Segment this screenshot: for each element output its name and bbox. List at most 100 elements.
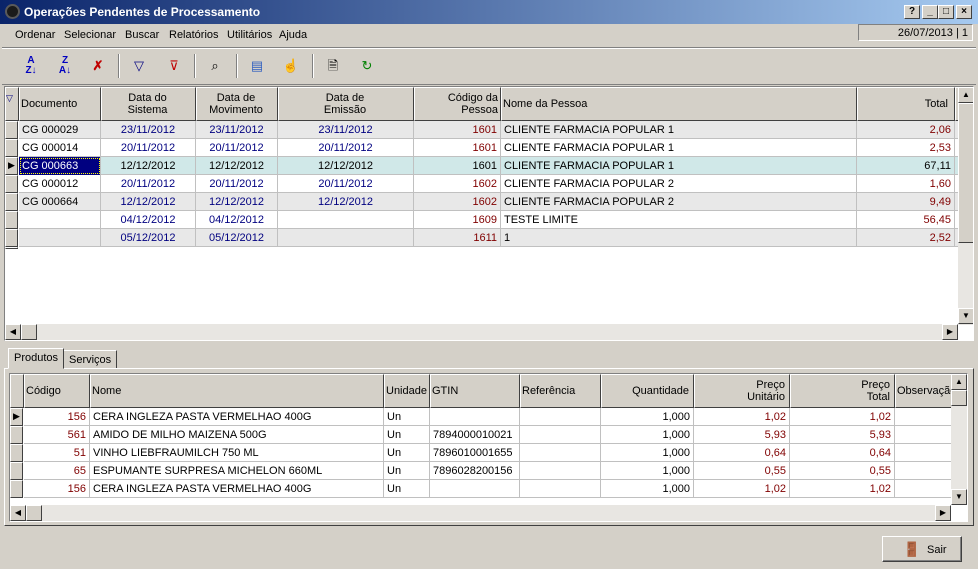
binoculars-icon[interactable]: ⌕ [204,56,226,76]
col-unidade[interactable]: Unidade [384,374,430,408]
table-cell: 7896010001655 [430,444,520,462]
col-codigo[interactable]: Código [24,374,90,408]
filter-icon[interactable]: ▽ [128,56,150,76]
clear-filter-icon[interactable]: ⊽ [163,56,185,76]
table-row[interactable]: 51 VINHO LIEBFRAUMILCH 750 ML Un 7896010001… [24,444,952,462]
hand-select-icon[interactable]: ☝ [280,56,302,76]
current-row-arrow-icon: ▶ [8,160,15,170]
row-indicator[interactable] [10,462,23,480]
title-bar: Operações Pendentes de Processamento ? _… [0,0,978,24]
col-data-emissao[interactable]: Data de Emissão [278,87,414,121]
table-row[interactable]: 04/12/2012 04/12/2012 1609 TESTE LIMITE 56,4… [19,211,958,229]
row-indicator[interactable] [5,211,18,229]
table-cell: 2,53 [857,139,955,157]
menu-ajuda[interactable]: Ajuda [279,29,307,41]
col-data-movimento[interactable]: Data de Movimento [196,87,278,121]
table-cell: 04/12/2012 [101,211,196,229]
row-indicator[interactable] [5,229,18,247]
col-documento[interactable]: Documento [19,87,101,121]
row-indicator[interactable] [10,426,23,444]
table-row[interactable]: CG 000012 20/11/2012 20/11/2012 20/11/2012 1… [19,175,958,193]
scroll-down-icon[interactable]: ▼ [958,308,973,324]
prod-indicator-header [10,374,24,408]
menu-relatorios[interactable]: Relatórios [169,29,219,41]
col-preco-unitario[interactable]: Preço Unitário [694,374,790,408]
clear-sort-icon[interactable]: ✗ [87,56,109,76]
prod-hscroll-thumb[interactable] [26,505,42,521]
col-nome[interactable]: Nome [90,374,384,408]
row-indicator[interactable] [5,139,18,157]
scroll-down-icon[interactable]: ▼ [951,489,967,505]
col-codigo-pessoa[interactable]: Código da Pessoa [414,87,501,121]
row-indicator[interactable] [10,444,23,462]
ops-hscroll[interactable]: ◀ ▶ [5,324,958,340]
col-observacao[interactable]: Observação [895,374,952,408]
col-documento-label: Documento [21,98,78,110]
table-row[interactable]: 65 ESPUMANTE SURPRESA MICHELON 660ML Un 789… [24,462,952,480]
preview-icon[interactable]: 🗎 [322,56,344,76]
table-cell: Un [384,408,430,426]
row-indicator[interactable] [5,193,18,211]
table-cell: 20/11/2012 [278,175,414,193]
ops-vscroll[interactable]: ▲ ▼ [958,87,973,325]
scroll-right-icon[interactable]: ▶ [935,505,951,521]
col-quantidade[interactable]: Quantidade [601,374,694,408]
exit-button[interactable]: 🚪 Sair [882,536,962,562]
prod-vscroll-thumb[interactable] [951,390,967,406]
scroll-up-icon[interactable]: ▲ [951,374,967,390]
row-indicator[interactable]: ▶ [5,157,18,175]
row-indicator[interactable] [10,480,23,498]
tab-servicos[interactable]: Serviços [63,350,118,369]
table-cell: CG 000663 [19,157,101,175]
table-row[interactable]: 05/12/2012 05/12/2012 1611 1 2,52 [19,229,958,247]
menu-utilitarios[interactable]: Utilitários [227,29,272,41]
col-unidade-label: Unidade [386,385,427,397]
menu-selecionar[interactable]: Selecionar [64,29,116,41]
prod-hscroll[interactable]: ◀ ▶ [10,505,951,521]
maximize-button[interactable]: □ [938,5,954,19]
menu-bar: Ordenar Selecionar Buscar Relatórios Uti… [0,24,978,46]
col-codigo-pessoa-label: Código da Pessoa [447,92,498,116]
table-row[interactable]: CG 000014 20/11/2012 20/11/2012 20/11/2012 1… [19,139,958,157]
col-nome-pessoa[interactable]: Nome da Pessoa [501,87,857,121]
row-indicator[interactable]: ▶ [10,408,23,426]
table-row[interactable]: CG 000029 23/11/2012 23/11/2012 23/11/2012 1… [19,121,958,139]
table-cell: CG 000029 [19,121,101,139]
minimize-button[interactable]: _ [922,5,938,19]
sort-descending-icon[interactable]: Z A↓ [54,56,76,76]
table-cell: Un [384,480,430,498]
table-cell: CG 000012 [19,175,101,193]
menu-buscar[interactable]: Buscar [125,29,159,41]
columns-icon[interactable]: ▤ [246,56,268,76]
table-cell: 1 [501,229,857,247]
tab-produtos[interactable]: Produtos [8,348,65,369]
table-row[interactable]: 156 CERA INGLEZA PASTA VERMELHAO 400G Un 1,… [24,408,952,426]
sort-ascending-icon[interactable]: A Z↓ [20,56,42,76]
col-gtin[interactable]: GTIN [430,374,520,408]
row-indicator[interactable] [5,175,18,193]
prod-vscroll[interactable]: ▲ ▼ [951,374,967,505]
menu-ordenar[interactable]: Ordenar [15,29,55,41]
table-cell: 5,93 [790,426,895,444]
col-referencia[interactable]: Referência [520,374,601,408]
col-preco-total[interactable]: Preço Total [790,374,895,408]
table-row[interactable]: CG 000663 12/12/2012 12/12/2012 12/12/2012 1… [19,157,958,175]
scroll-left-icon[interactable]: ◀ [10,505,26,521]
scroll-right-icon[interactable]: ▶ [942,324,958,340]
help-button[interactable]: ? [904,5,920,19]
table-row[interactable]: 561 AMIDO DE MILHO MAIZENA 500G Un 78940000… [24,426,952,444]
ops-vscroll-thumb[interactable] [958,103,973,243]
col-total[interactable]: Total [857,87,955,121]
table-cell: 1,000 [601,444,694,462]
col-data-sistema[interactable]: Data do Sistema [101,87,196,121]
scroll-left-icon[interactable]: ◀ [5,324,21,340]
table-cell: 05/12/2012 [101,229,196,247]
table-cell: 1601 [414,121,501,139]
close-button[interactable]: × [956,5,972,19]
refresh-icon[interactable]: ↻ [356,56,378,76]
table-row[interactable]: 156 CERA INGLEZA PASTA VERMELHAO 400G Un 1,… [24,480,952,498]
scroll-up-icon[interactable]: ▲ [958,87,973,103]
row-indicator[interactable] [5,121,18,139]
ops-hscroll-thumb[interactable] [21,324,37,340]
table-row[interactable]: CG 000664 12/12/2012 12/12/2012 12/12/2012 1… [19,193,958,211]
